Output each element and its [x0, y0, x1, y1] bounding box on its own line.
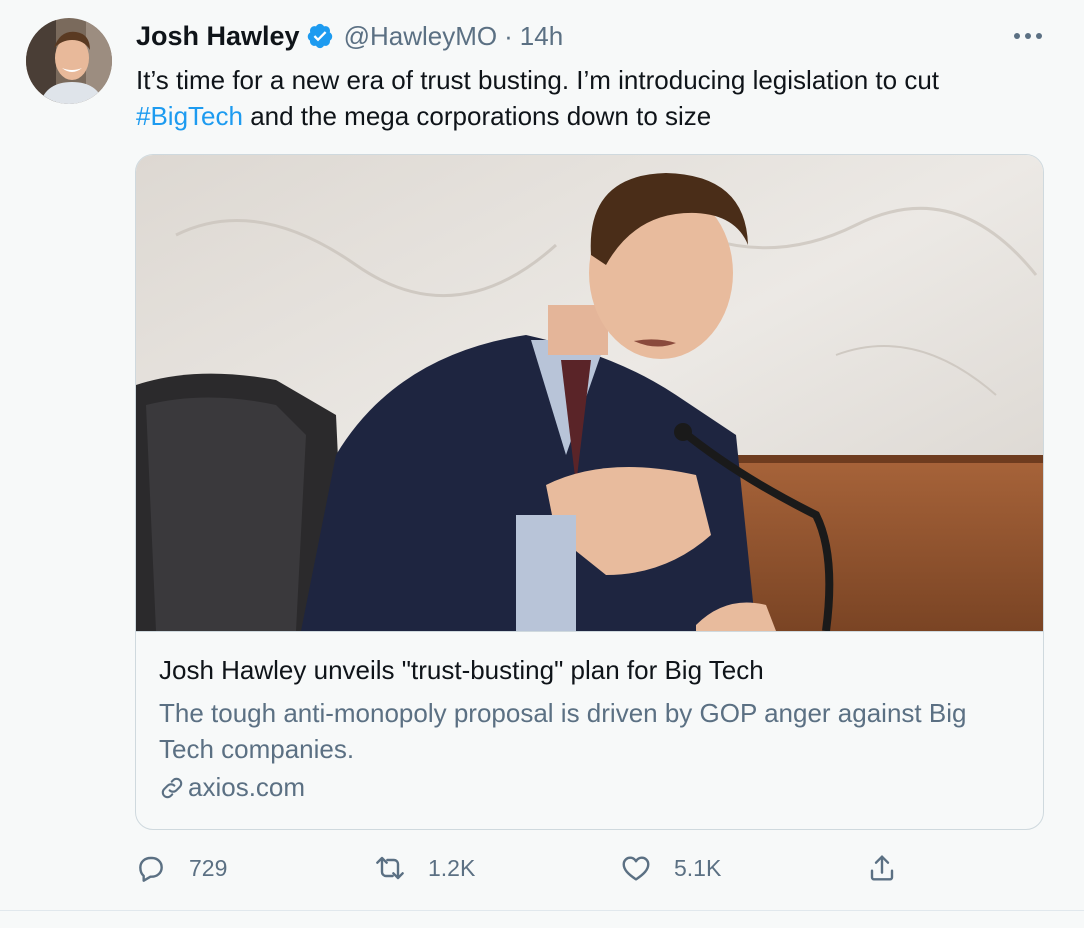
like-button[interactable]: 5.1K [620, 848, 721, 888]
retweet-count: 1.2K [428, 854, 476, 881]
retweet-button[interactable]: 1.2K [374, 848, 475, 888]
card-title[interactable]: Josh Hawley unveils "trust-busting" plan… [159, 655, 1019, 686]
retweet-icon [376, 856, 404, 880]
link-icon [158, 774, 186, 802]
card-domain[interactable]: axios.com [158, 772, 305, 803]
reply-button[interactable]: 729 [135, 848, 227, 888]
tweet-actions: 729 1.2K 5.1K [0, 848, 1084, 888]
share-button[interactable] [866, 848, 898, 888]
reply-count: 729 [189, 854, 228, 881]
share-icon [870, 855, 894, 881]
tweet-header: Josh Hawley @HawleyMO · 14h [136, 18, 563, 54]
avatar[interactable] [26, 18, 112, 104]
tweet-text-part: It’s time for a new era of trust busting… [136, 65, 940, 95]
card-description: The tough anti-monopoly proposal is driv… [159, 698, 967, 764]
separator-dot: · [504, 20, 513, 51]
tweet-text-part: and the mega corporations down to size [242, 101, 712, 131]
tweet-timestamp[interactable]: 14h [520, 21, 563, 52]
hashtag-link[interactable]: #BigTech [136, 101, 243, 131]
card-image [136, 155, 1043, 632]
card-domain-text: axios.com [188, 772, 306, 802]
link-card[interactable]: Josh Hawley unveils "trust-busting" plan… [135, 154, 1044, 830]
reply-icon [139, 856, 163, 882]
tweet[interactable]: Josh Hawley @HawleyMO · 14h It’s time fo… [0, 0, 1084, 910]
tweet-text: It’s time for a new era of trust busting… [136, 62, 1046, 134]
verified-badge-icon [306, 22, 334, 50]
author-handle[interactable]: @HawleyMO [344, 21, 498, 52]
like-count: 5.1K [674, 854, 722, 881]
more-options-icon[interactable] [1008, 24, 1048, 48]
like-icon [622, 856, 650, 881]
author-name[interactable]: Josh Hawley [136, 21, 300, 52]
tweet-divider [0, 910, 1084, 911]
